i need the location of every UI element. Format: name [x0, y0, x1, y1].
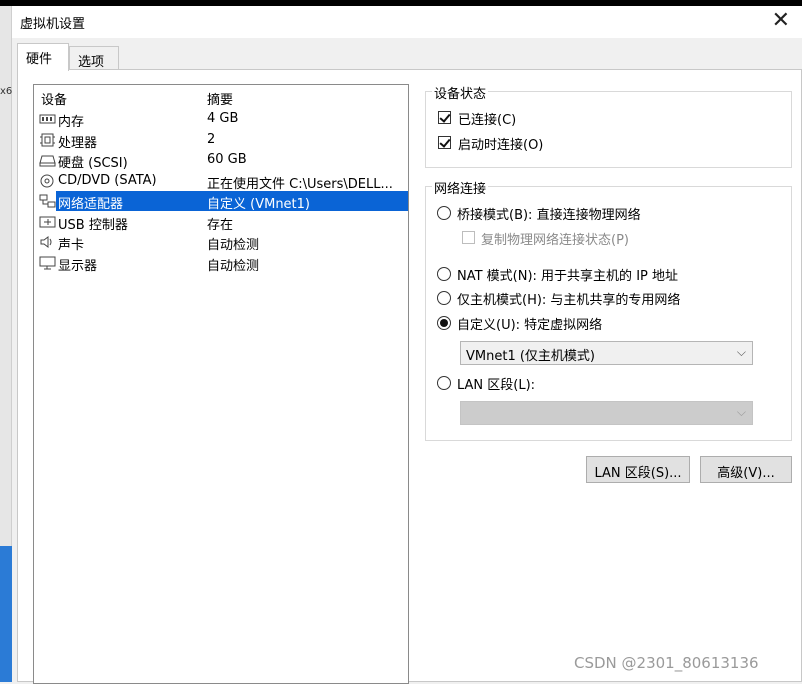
- bridged-radio[interactable]: [437, 206, 451, 220]
- custom-radio[interactable]: [437, 316, 451, 330]
- device-list-header: 设备 摘要: [34, 85, 408, 108]
- device-name: 硬盘 (SCSI): [58, 156, 128, 171]
- connected-checkbox[interactable]: [438, 111, 451, 124]
- device-name: 处理器: [58, 136, 98, 151]
- device-row-sound-card[interactable]: 声卡 自动检测: [34, 232, 408, 253]
- replicate-state-checkbox[interactable]: [462, 231, 475, 244]
- device-row-display[interactable]: 显示器 自动检测: [34, 253, 408, 274]
- device-name: CD/DVD (SATA): [58, 173, 157, 188]
- device-summary: 自动检测: [207, 259, 260, 274]
- usb-icon: [39, 216, 56, 228]
- selected-value: VMnet1 (仅主机模式): [466, 349, 595, 364]
- device-name: 内存: [58, 115, 85, 130]
- tab-options[interactable]: 选项: [69, 46, 119, 70]
- vm-settings-window: 虚拟机设置 ✕ 硬件 选项 设备 摘要 内存 4 GB 处理器 2 硬盘 (SC…: [12, 6, 802, 684]
- device-row-hard-disk[interactable]: 硬盘 (SCSI) 60 GB: [34, 150, 408, 171]
- device-row-cd-dvd[interactable]: CD/DVD (SATA) 正在使用文件 C:\Users\DELL...: [34, 171, 408, 192]
- chevron-down-icon: ⌵: [736, 405, 746, 419]
- advanced-button[interactable]: 高级(V)...: [700, 456, 792, 483]
- column-header-device[interactable]: 设备: [41, 89, 67, 108]
- device-status-group: 设备状态 已连接(C) 启动时连接(O): [425, 83, 792, 168]
- device-name: 网络适配器: [58, 197, 124, 212]
- memory-icon: [39, 114, 56, 124]
- custom-label[interactable]: 自定义(U): 特定虚拟网络: [457, 314, 602, 333]
- device-row-memory[interactable]: 内存 4 GB: [34, 109, 408, 130]
- column-header-summary[interactable]: 摘要: [207, 89, 233, 108]
- host-only-label[interactable]: 仅主机模式(H): 与主机共享的专用网络: [457, 289, 680, 308]
- device-summary: 正在使用文件 C:\Users\DELL...: [207, 177, 393, 192]
- chevron-down-icon: ⌵: [736, 345, 746, 359]
- device-name: 声卡: [58, 238, 85, 253]
- background-window-text: x6: [0, 86, 13, 97]
- nat-radio[interactable]: [437, 267, 451, 281]
- connected-label[interactable]: 已连接(C): [458, 109, 516, 128]
- cd-icon: [40, 174, 54, 188]
- close-icon[interactable]: ✕: [772, 8, 790, 33]
- bridged-label[interactable]: 桥接模式(B): 直接连接物理网络: [457, 204, 641, 223]
- cpu-icon: [40, 133, 55, 147]
- connect-on-start-checkbox[interactable]: [438, 136, 451, 149]
- lan-segments-button[interactable]: LAN 区段(S)...: [586, 456, 690, 483]
- group-legend: 网络连接: [432, 178, 489, 197]
- network-icon: [39, 194, 56, 208]
- device-row-network-adapter[interactable]: 网络适配器 自定义 (VMnet1): [34, 191, 408, 212]
- device-summary: 自定义 (VMnet1): [207, 197, 310, 212]
- watermark-text: CSDN @2301_80613136: [574, 654, 759, 672]
- device-summary: 2: [207, 132, 216, 147]
- speaker-icon: [40, 236, 52, 248]
- group-legend: 设备状态: [432, 83, 489, 102]
- device-list[interactable]: 设备 摘要 内存 4 GB 处理器 2 硬盘 (SCSI) 60 GB CD/D…: [33, 84, 409, 684]
- lan-segment-label[interactable]: LAN 区段(L):: [457, 374, 535, 393]
- tab-hardware[interactable]: 硬件: [17, 43, 69, 71]
- monitor-icon: [39, 256, 56, 270]
- lan-segment-radio[interactable]: [437, 376, 451, 390]
- hardware-panel: 设备 摘要 内存 4 GB 处理器 2 硬盘 (SCSI) 60 GB CD/D…: [17, 69, 802, 684]
- device-summary: 自动检测: [207, 238, 260, 253]
- device-row-usb-controller[interactable]: USB 控制器 存在: [34, 212, 408, 233]
- connect-on-start-label[interactable]: 启动时连接(O): [458, 134, 543, 153]
- window-title: 虚拟机设置: [20, 17, 86, 32]
- device-name: USB 控制器: [58, 218, 128, 233]
- device-summary: 60 GB: [207, 152, 247, 167]
- disk-icon: [39, 155, 56, 167]
- lan-segment-select[interactable]: ⌵: [460, 401, 753, 425]
- device-summary: 4 GB: [207, 111, 239, 126]
- nat-label[interactable]: NAT 模式(N): 用于共享主机的 IP 地址: [457, 265, 678, 284]
- device-summary: 存在: [207, 218, 234, 233]
- host-only-radio[interactable]: [437, 291, 451, 305]
- background-window-edge: x6: [0, 6, 12, 682]
- custom-network-select[interactable]: VMnet1 (仅主机模式) ⌵: [460, 341, 753, 365]
- device-row-processor[interactable]: 处理器 2: [34, 130, 408, 151]
- replicate-state-label[interactable]: 复制物理网络连接状态(P): [481, 229, 629, 248]
- network-connection-group: 网络连接 桥接模式(B): 直接连接物理网络 复制物理网络连接状态(P) NAT…: [425, 178, 792, 441]
- background-desktop-area: [0, 546, 12, 682]
- title-bar: 虚拟机设置 ✕: [12, 6, 802, 38]
- device-name: 显示器: [58, 259, 98, 274]
